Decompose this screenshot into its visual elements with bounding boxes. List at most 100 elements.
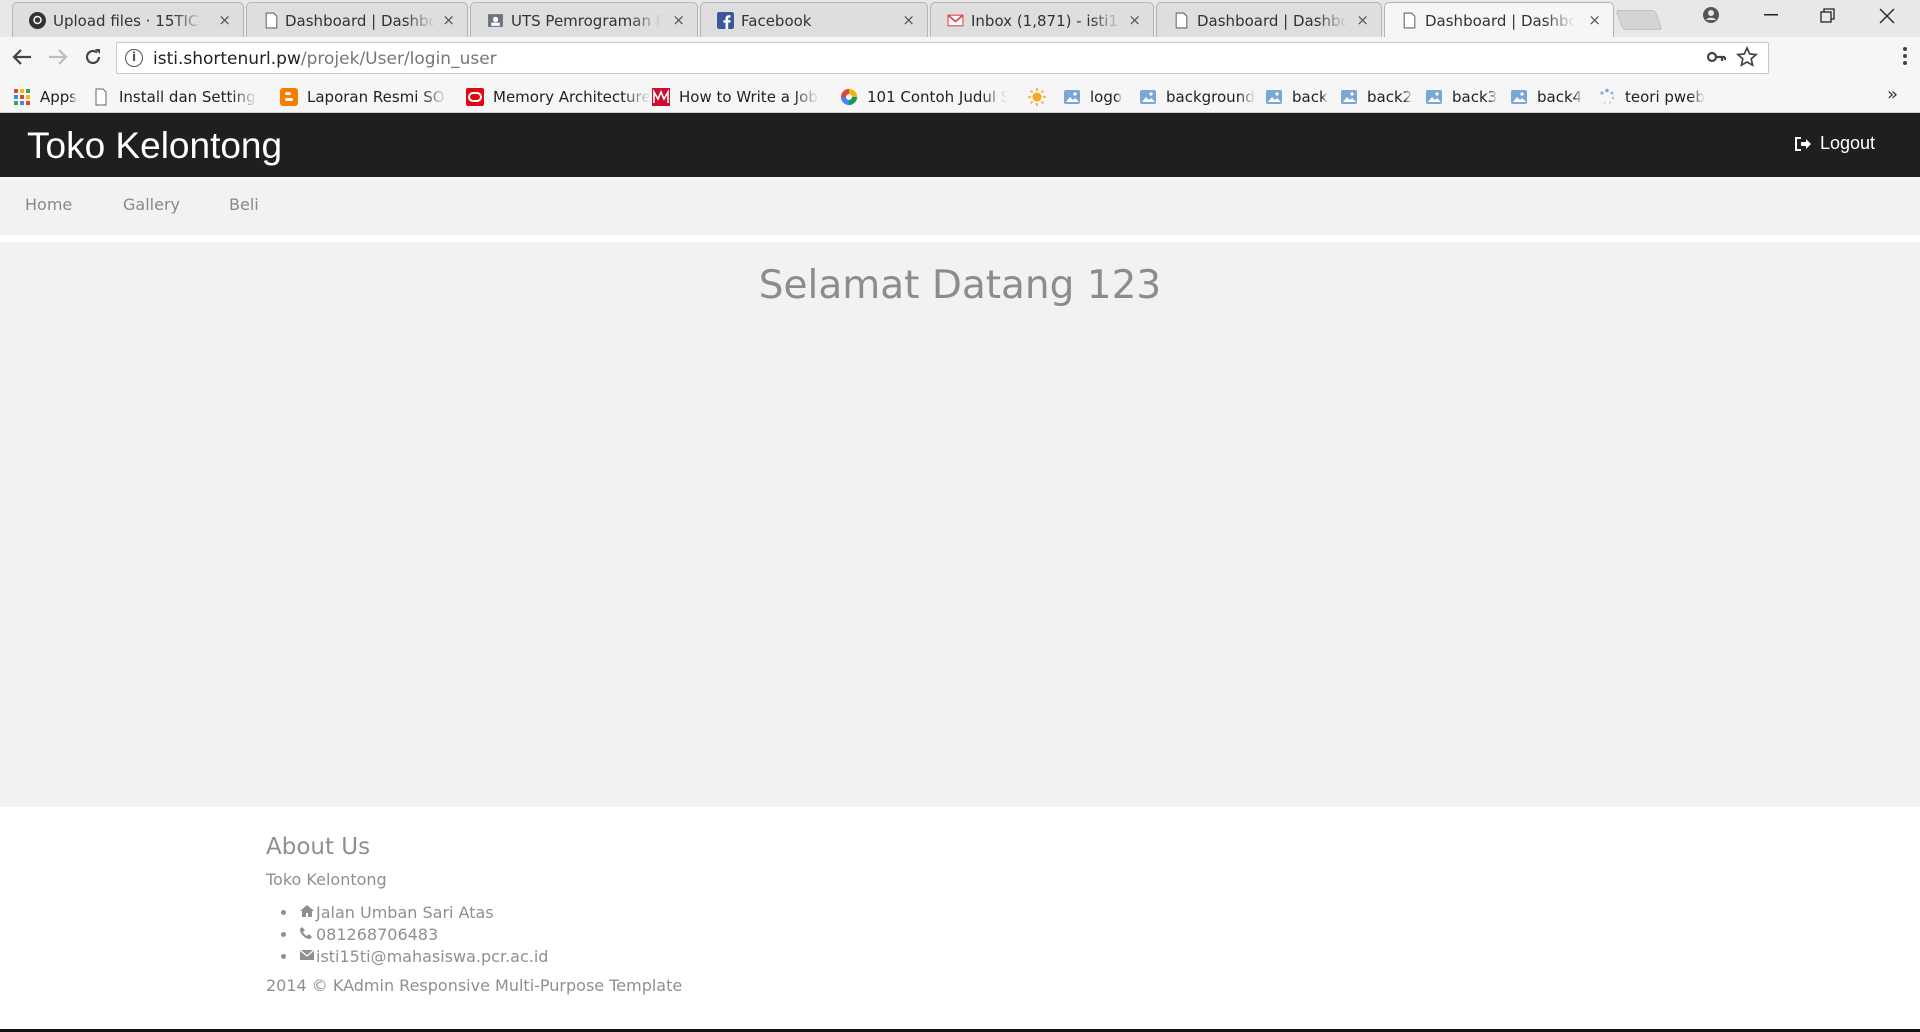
image-icon	[1511, 90, 1527, 104]
logout-button[interactable]: Logout	[1794, 133, 1875, 154]
address-bar[interactable]: i isti.shortenurl.pw/projek/User/login_u…	[116, 42, 1769, 74]
bookmark-label: back4	[1537, 88, 1583, 106]
sun-icon	[1028, 88, 1046, 106]
page-icon	[265, 12, 278, 29]
bookmark-item[interactable]: background	[1139, 87, 1255, 107]
browser-tab[interactable]: Upload files · 15TIC-Pe ×	[12, 2, 244, 37]
browser-toolbar: i isti.shortenurl.pw/projek/User/login_u…	[0, 37, 1920, 80]
image-icon	[1341, 90, 1357, 104]
footer-content: About Us Toko Kelontong Jalan Umban Sari…	[266, 834, 682, 995]
contact-icon	[488, 14, 503, 27]
browser-tab[interactable]: Dashboard | Dashboard ×	[1156, 2, 1382, 37]
bookmark-item[interactable]: back4	[1510, 87, 1582, 107]
bookmark-item[interactable]: How to Write a Job A	[652, 87, 819, 107]
gmail-icon	[947, 14, 964, 27]
image-icon	[1266, 90, 1282, 104]
new-tab-button[interactable]	[1615, 10, 1663, 30]
nav-beli[interactable]: Beli	[229, 195, 259, 214]
oracle-icon	[466, 88, 484, 106]
tab-close-icon[interactable]: ×	[672, 11, 685, 29]
restore-icon[interactable]	[1820, 8, 1836, 24]
forward-arrow-icon[interactable]	[48, 48, 68, 66]
bookmark-label: How to Write a Job A	[679, 88, 819, 106]
bookmark-item[interactable]: Laporan Resmi SO Sh	[280, 87, 447, 107]
github-icon	[29, 12, 46, 29]
logout-label: Logout	[1819, 133, 1875, 153]
contact-email: isti15ti@mahasiswa.pcr.ac.id	[298, 947, 682, 966]
bookmark-apps[interactable]: Apps	[13, 87, 77, 107]
bookmark-item[interactable]	[1028, 87, 1055, 107]
bookmark-item[interactable]: back	[1265, 87, 1328, 107]
url-text[interactable]: isti.shortenurl.pw/projek/User/login_use…	[153, 49, 497, 69]
browser-tab[interactable]: Facebook ×	[700, 2, 928, 37]
nav-home[interactable]: Home	[25, 195, 72, 214]
about-title: About Us	[266, 834, 371, 860]
browser-tab[interactable]: UTS Pemrograman Fra ×	[470, 2, 698, 37]
bookmark-label: background	[1166, 88, 1255, 106]
tab-title: Dashboard | Dashboard	[1425, 12, 1575, 30]
image-icon	[1426, 90, 1442, 104]
welcome-heading: Selamat Datang 123	[758, 263, 1162, 308]
tab-title: Dashboard | Dashboard	[285, 12, 435, 30]
tab-title: Upload files · 15TIC-Pe	[53, 12, 203, 30]
pinwheel-icon	[840, 88, 858, 106]
tab-close-icon[interactable]: ×	[902, 11, 915, 29]
bookmark-label: back3	[1452, 88, 1498, 106]
bookmark-label: teori pweb	[1625, 88, 1705, 106]
phone-text: 081268706483	[316, 925, 439, 944]
bookmark-item[interactable]: teori pweb	[1598, 87, 1705, 107]
image-icon	[1140, 90, 1156, 104]
bookmark-label: Memory Architecture	[493, 88, 651, 106]
image-icon	[1064, 90, 1080, 104]
bookmark-item[interactable]: Memory Architecture	[466, 87, 651, 107]
bookmark-item[interactable]: back2	[1340, 87, 1412, 107]
bookmark-label: logo	[1090, 88, 1123, 106]
bookmark-label: 101 Contoh Judul Skr	[867, 88, 1007, 106]
bookmark-item[interactable]: Install dan Setting Jav	[92, 87, 257, 107]
bookmark-label: back2	[1367, 88, 1413, 106]
browser-tab-active[interactable]: Dashboard | Dashboard ×	[1384, 2, 1614, 37]
close-window-icon[interactable]	[1879, 8, 1895, 24]
chrome-menu-icon[interactable]	[1902, 46, 1908, 66]
browser-tab[interactable]: Dashboard | Dashboard ×	[246, 2, 468, 37]
tab-title: UTS Pemrograman Fra	[511, 12, 661, 30]
bookmark-label: Laporan Resmi SO Sh	[307, 88, 447, 106]
more-bookmarks-icon[interactable]: »	[1887, 84, 1898, 105]
contact-address: Jalan Umban Sari Atas	[298, 903, 682, 922]
browser-tab[interactable]: Inbox (1,871) - isti15tiC ×	[930, 2, 1154, 37]
envelope-icon	[299, 949, 315, 960]
tab-title: Inbox (1,871) - isti15tiC	[971, 12, 1121, 30]
spinner-icon	[1600, 88, 1615, 104]
profile-icon[interactable]	[1702, 6, 1720, 24]
key-icon[interactable]	[1706, 47, 1726, 67]
contact-phone: 081268706483	[298, 925, 682, 944]
bookmark-item[interactable]: back3	[1425, 87, 1497, 107]
tab-close-icon[interactable]: ×	[1588, 11, 1601, 29]
tab-close-icon[interactable]: ×	[1128, 11, 1141, 29]
tab-close-icon[interactable]: ×	[1356, 11, 1369, 29]
tab-close-icon[interactable]: ×	[442, 11, 455, 29]
site-info-icon[interactable]: i	[125, 49, 143, 67]
phone-icon	[300, 927, 312, 939]
nav-gallery[interactable]: Gallery	[123, 195, 180, 214]
minimize-icon[interactable]	[1764, 14, 1778, 16]
copyright-text: 2014 © KAdmin Responsive Multi-Purpose T…	[266, 976, 683, 995]
tab-strip: Upload files · 15TIC-Pe × Dashboard | Da…	[0, 0, 1920, 37]
tab-title: Facebook	[741, 12, 812, 30]
site-brand[interactable]: Toko Kelontong	[27, 125, 282, 167]
url-host: isti.shortenurl.pw	[153, 49, 301, 69]
home-icon	[300, 905, 314, 917]
apps-grid-icon	[14, 89, 30, 105]
browser-chrome: Upload files · 15TIC-Pe × Dashboard | Da…	[0, 0, 1920, 113]
bookmark-item[interactable]: 101 Contoh Judul Skr	[840, 87, 1007, 107]
bookmark-label: Install dan Setting Jav	[119, 88, 257, 106]
tab-close-icon[interactable]: ×	[218, 11, 231, 29]
back-arrow-icon[interactable]	[12, 48, 32, 66]
page-icon	[1175, 12, 1188, 29]
page-icon	[95, 88, 107, 106]
bookmark-star-icon[interactable]	[1736, 46, 1758, 68]
reload-icon[interactable]	[83, 47, 103, 67]
tab-title: Dashboard | Dashboard	[1197, 12, 1347, 30]
bookmark-item[interactable]: logo	[1063, 87, 1122, 107]
divider	[0, 235, 1920, 242]
